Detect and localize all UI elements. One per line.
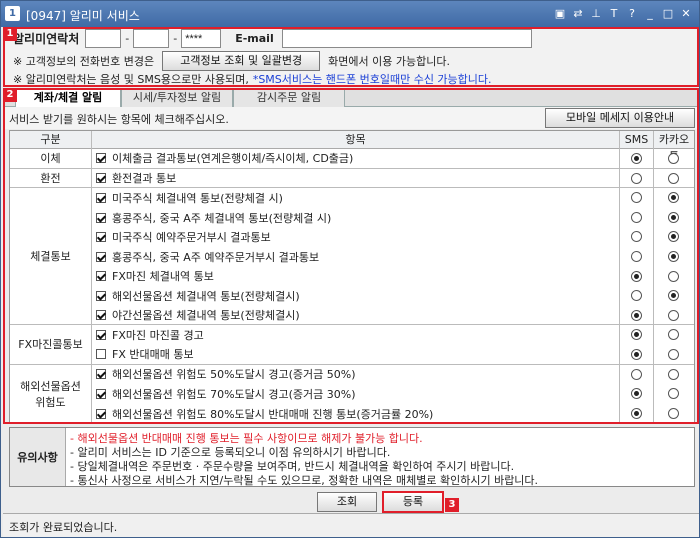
screen-icon[interactable]: ▣ <box>553 6 567 21</box>
lookup-button[interactable]: 조회 <box>317 492 377 512</box>
notice-box: 유의사항 - 해외선물옵션 반대매매 진행 통보는 필수 사항이므로 해제가 불… <box>9 427 695 487</box>
font-icon[interactable]: T <box>607 6 621 21</box>
link-icon[interactable]: ⇄ <box>571 6 585 21</box>
notice-line-4: - 통신사 사정으로 서비스가 지연/누락될 수도 있으므로, 정확한 내역은 … <box>70 474 539 487</box>
step-badge-3: 3 <box>445 498 459 512</box>
highlight-box-2 <box>3 88 699 424</box>
status-bar: 조회가 완료되었습니다. <box>3 513 699 537</box>
title-bar[interactable]: 1 [0947] 알리미 서비스 ▣ ⇄ ⊥ T ? _ □ ✕ <box>1 1 699 27</box>
highlight-box-3 <box>382 491 444 513</box>
title-bar-buttons: ▣ ⇄ ⊥ T ? _ □ ✕ <box>553 6 693 21</box>
status-text: 조회가 완료되었습니다. <box>9 521 118 534</box>
close-button[interactable]: ✕ <box>679 6 693 21</box>
step-badge-2: 2 <box>3 88 17 102</box>
help-icon[interactable]: ? <box>625 6 639 21</box>
minimize-button[interactable]: _ <box>643 6 657 21</box>
maximize-button[interactable]: □ <box>661 6 675 21</box>
alimi-service-window: 1 [0947] 알리미 서비스 ▣ ⇄ ⊥ T ? _ □ ✕ 알리미연락처 … <box>0 0 700 538</box>
step-badge-1: 1 <box>3 27 17 41</box>
app-icon: 1 <box>5 6 20 21</box>
window-title: [0947] 알리미 서비스 <box>26 9 140 23</box>
highlight-box-1 <box>3 27 699 87</box>
pin-icon[interactable]: ⊥ <box>589 6 603 21</box>
notice-label: 유의사항 <box>10 428 66 486</box>
